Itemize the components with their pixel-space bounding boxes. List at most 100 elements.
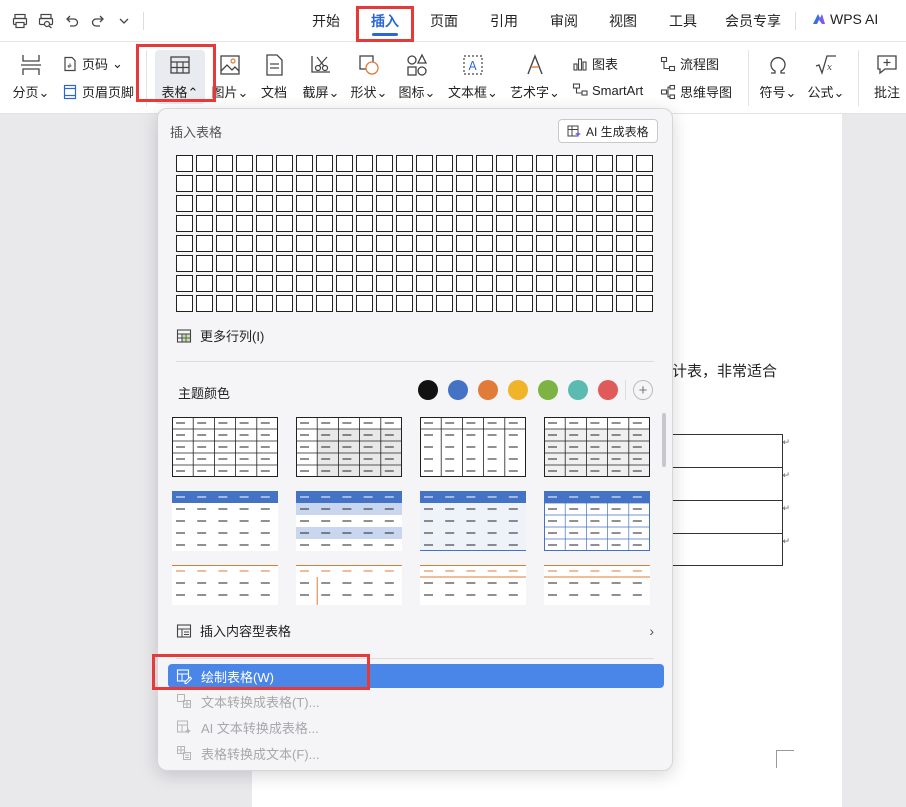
grid-cell[interactable] [596, 195, 613, 212]
grid-cell[interactable] [556, 155, 573, 172]
mindmap-button[interactable]: 思维导图 [660, 82, 732, 101]
grid-cell[interactable] [396, 175, 413, 192]
grid-cell[interactable] [536, 215, 553, 232]
table-style-preview[interactable] [172, 491, 278, 551]
grid-cell[interactable] [596, 175, 613, 192]
color-swatch-red[interactable] [598, 380, 618, 400]
grid-cell[interactable] [356, 255, 373, 272]
grid-cell[interactable] [276, 275, 293, 292]
grid-cell[interactable] [176, 175, 193, 192]
grid-cell[interactable] [376, 235, 393, 252]
grid-cell[interactable] [536, 175, 553, 192]
grid-cell[interactable] [516, 175, 533, 192]
grid-cell[interactable] [436, 175, 453, 192]
grid-cell[interactable] [436, 235, 453, 252]
grid-cell[interactable] [216, 235, 233, 252]
grid-cell[interactable] [316, 215, 333, 232]
grid-cell[interactable] [516, 255, 533, 272]
grid-cell[interactable] [536, 235, 553, 252]
grid-cell[interactable] [216, 255, 233, 272]
grid-cell[interactable] [196, 175, 213, 192]
color-swatch-orange[interactable] [478, 380, 498, 400]
grid-cell[interactable] [276, 255, 293, 272]
table-style-preview[interactable] [544, 417, 650, 477]
grid-cell[interactable] [316, 195, 333, 212]
grid-cell[interactable] [196, 215, 213, 232]
table-style-preview[interactable] [172, 417, 278, 477]
grid-cell[interactable] [576, 275, 593, 292]
tab-member[interactable]: 会员专享 [725, 11, 781, 31]
grid-cell[interactable] [596, 155, 613, 172]
grid-cell[interactable] [256, 295, 273, 312]
grid-cell[interactable] [356, 195, 373, 212]
grid-cell[interactable] [436, 195, 453, 212]
grid-cell[interactable] [636, 295, 653, 312]
insert-content-table-button[interactable]: 插入内容型表格 › [176, 621, 654, 640]
grid-cell[interactable] [476, 175, 493, 192]
grid-cell[interactable] [356, 175, 373, 192]
grid-cell[interactable] [456, 155, 473, 172]
gallery-scrollbar[interactable] [662, 413, 666, 467]
grid-cell[interactable] [416, 215, 433, 232]
grid-cell[interactable] [336, 235, 353, 252]
grid-cell[interactable] [456, 215, 473, 232]
grid-cell[interactable] [176, 255, 193, 272]
grid-cell[interactable] [536, 255, 553, 272]
grid-cell[interactable] [556, 195, 573, 212]
grid-cell[interactable] [176, 195, 193, 212]
grid-cell[interactable] [616, 235, 633, 252]
tab-view[interactable]: 视图 [609, 11, 637, 31]
grid-cell[interactable] [636, 255, 653, 272]
grid-cell[interactable] [196, 295, 213, 312]
grid-cell[interactable] [256, 235, 273, 252]
grid-cell[interactable] [596, 275, 613, 292]
grid-cell[interactable] [256, 255, 273, 272]
grid-cell[interactable] [496, 275, 513, 292]
grid-cell[interactable] [476, 275, 493, 292]
grid-cell[interactable] [176, 215, 193, 232]
tab-tools[interactable]: 工具 [669, 11, 697, 31]
grid-cell[interactable] [396, 155, 413, 172]
chart-button[interactable]: 图表 [572, 54, 618, 73]
wordart-button[interactable]: 艺术字⌄ [510, 52, 560, 101]
grid-cell[interactable] [416, 295, 433, 312]
table-style-preview[interactable] [296, 565, 402, 605]
formula-button[interactable]: x 公式⌄ [806, 52, 846, 101]
grid-cell[interactable] [196, 275, 213, 292]
grid-cell[interactable] [416, 175, 433, 192]
grid-cell[interactable] [296, 255, 313, 272]
grid-cell[interactable] [636, 215, 653, 232]
grid-cell[interactable] [416, 155, 433, 172]
grid-cell[interactable] [396, 215, 413, 232]
grid-cell[interactable] [336, 255, 353, 272]
grid-cell[interactable] [456, 295, 473, 312]
grid-cell[interactable] [516, 155, 533, 172]
grid-cell[interactable] [256, 155, 273, 172]
grid-cell[interactable] [496, 255, 513, 272]
ai-generate-table-button[interactable]: AI 生成表格 [558, 119, 658, 143]
grid-cell[interactable] [216, 155, 233, 172]
grid-cell[interactable] [596, 215, 613, 232]
grid-cell[interactable] [276, 215, 293, 232]
grid-cell[interactable] [496, 295, 513, 312]
textbox-button[interactable]: A 文本框⌄ [448, 52, 498, 101]
grid-cell[interactable] [616, 155, 633, 172]
grid-cell[interactable] [636, 155, 653, 172]
color-swatch-yellow[interactable] [508, 380, 528, 400]
grid-cell[interactable] [416, 255, 433, 272]
tab-home[interactable]: 开始 [312, 11, 340, 31]
add-color-button[interactable]: + [633, 380, 653, 400]
tab-review[interactable]: 审阅 [550, 11, 578, 31]
grid-cell[interactable] [536, 195, 553, 212]
grid-cell[interactable] [256, 175, 273, 192]
picture-button[interactable]: 图片⌄ [211, 52, 249, 101]
grid-cell[interactable] [536, 275, 553, 292]
grid-cell[interactable] [616, 215, 633, 232]
table-style-preview[interactable] [296, 491, 402, 551]
grid-cell[interactable] [476, 255, 493, 272]
icon-button[interactable]: 图标⌄ [398, 52, 436, 101]
document-table[interactable]: ↵ ↵ ↵ ↵ [672, 434, 790, 566]
grid-cell[interactable] [336, 195, 353, 212]
grid-cell[interactable] [376, 175, 393, 192]
grid-cell[interactable] [336, 175, 353, 192]
